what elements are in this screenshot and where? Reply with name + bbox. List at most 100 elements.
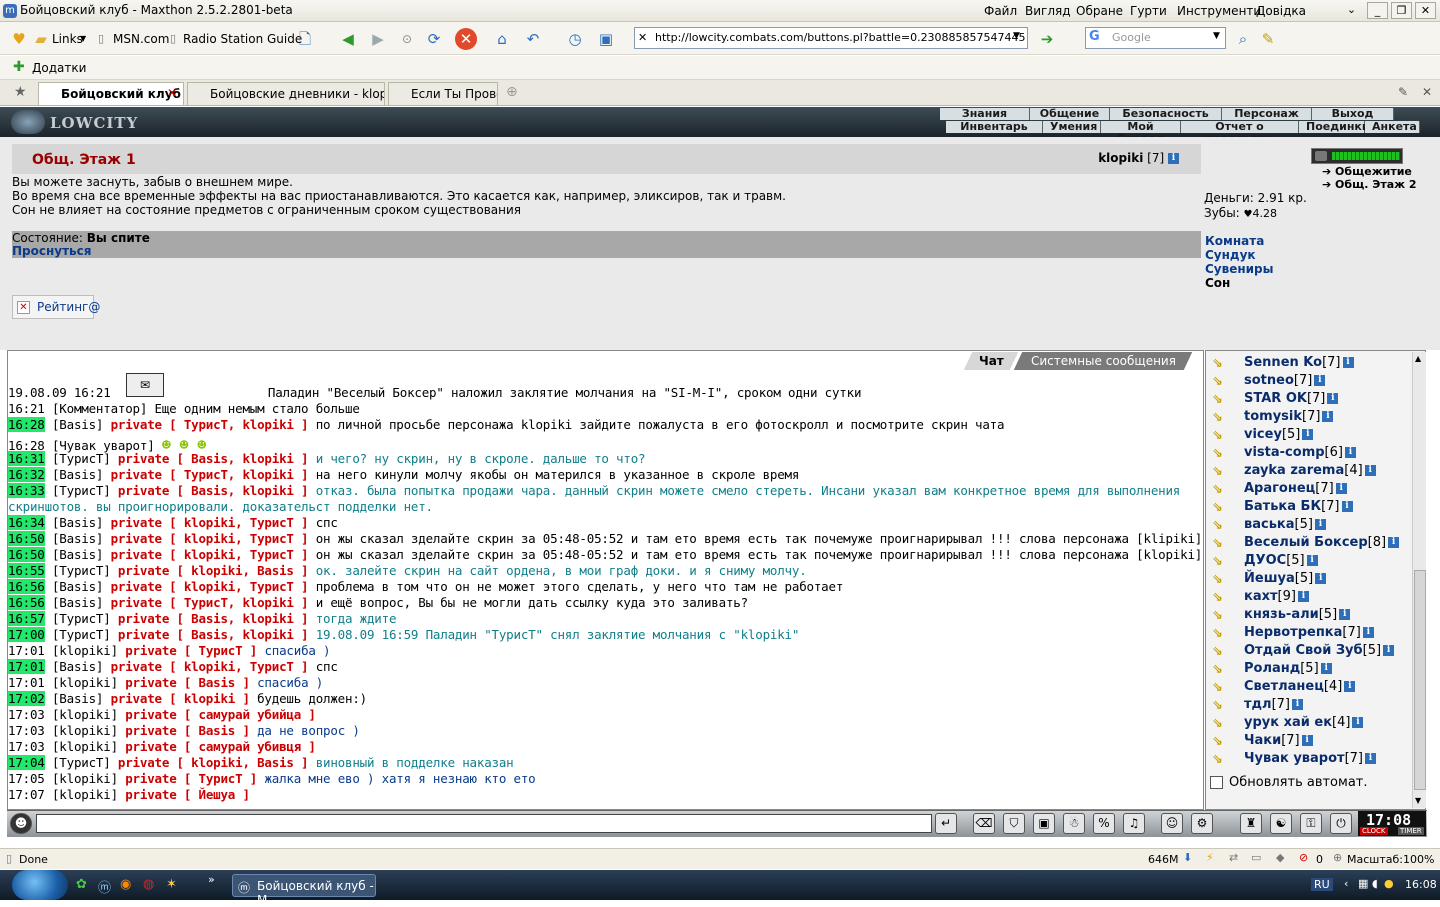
user-name[interactable]: vista-comp[6] i [1244, 445, 1356, 460]
user-name[interactable]: Веселый Боксер[8] i [1244, 535, 1400, 550]
user-list-item[interactable]: ⇘ князь-али[5] i [1212, 607, 1407, 625]
user-nick[interactable]: Роланд [1244, 661, 1300, 676]
taskbar-item-browser[interactable]: ⓜ Бойцовский клуб - М... [232, 874, 376, 907]
user-list-item[interactable]: ⇘ Светланец[4] i [1212, 679, 1407, 697]
addons-button[interactable]: Додатки [32, 61, 86, 75]
bag-icon[interactable]: ♜ [1240, 813, 1262, 834]
user-list-item[interactable]: ⇘ Sennen Ko[7] i [1212, 355, 1407, 373]
private-message-icon[interactable]: ⇘ [1212, 374, 1234, 389]
user-nick[interactable]: vista-comp [1244, 445, 1325, 460]
scroll-down-icon[interactable]: ▼ [1415, 796, 1421, 805]
user-name[interactable]: Йешуа[5] i [1244, 571, 1327, 586]
tab-fight-club[interactable]: Бойцовский клуб ✕ [38, 82, 184, 105]
sound-icon[interactable]: ♫ [1123, 813, 1145, 834]
chat-private-recipients[interactable]: private [ Basis, klopiki ] [118, 483, 309, 498]
msn-link[interactable]: MSN.com [113, 32, 169, 46]
private-message-icon[interactable]: ⇘ [1212, 590, 1234, 605]
private-message-icon[interactable]: ⇘ [1212, 662, 1234, 677]
chat-nick[interactable]: [Basis] [52, 595, 103, 610]
exit-floor-2-link[interactable]: ➔ Общ. Этаж 2 [1322, 178, 1417, 191]
chat-private-recipients[interactable]: private [ самурай убивця ] [125, 739, 316, 754]
scroll-thumb[interactable] [1414, 570, 1426, 790]
quicklaunch-icon[interactable]: ✿ [76, 877, 87, 892]
translit-icon[interactable]: % [1093, 813, 1115, 834]
radio-link[interactable]: Radio Station Guide [183, 32, 302, 46]
info-icon[interactable]: i [1383, 645, 1395, 656]
language-indicator[interactable]: RU [1311, 878, 1333, 891]
maxthon-icon[interactable]: ⓜ [98, 877, 111, 896]
user-nick[interactable]: Веселый Боксер [1244, 535, 1368, 550]
new-tab-icon[interactable]: ⊕ [506, 84, 518, 100]
stop-icon[interactable]: ✕ [455, 28, 477, 50]
user-name[interactable]: урук хай ек[4] i [1244, 715, 1364, 730]
private-message-icon[interactable]: ⇘ [1212, 554, 1234, 569]
highlight-icon[interactable]: ✎ [1257, 28, 1279, 50]
info-icon[interactable]: i [1322, 411, 1334, 422]
tab-chat[interactable]: Чат [963, 352, 1019, 370]
undo-icon[interactable]: ↶ [522, 28, 544, 50]
chat-nick[interactable]: [klopiki] [52, 771, 118, 786]
info-icon[interactable]: i [1297, 591, 1309, 602]
app-icon[interactable]: ✶ [166, 877, 177, 892]
download-icon[interactable]: ⬇ [1183, 851, 1192, 864]
user-nick[interactable]: tomysik [1244, 409, 1302, 424]
chat-nick[interactable]: [Basis] [52, 659, 103, 674]
user-nick[interactable]: Арагонец [1244, 481, 1315, 496]
user-name[interactable]: Арагонец[7] i [1244, 481, 1347, 496]
private-message-icon[interactable]: ⇘ [1212, 752, 1234, 767]
search-icon[interactable]: ⌕ [1232, 28, 1254, 50]
chevron-down-icon[interactable]: ⊙ [396, 28, 418, 50]
private-message-icon[interactable]: ⇘ [1212, 716, 1234, 731]
chat-nick[interactable]: [klopiki] [52, 739, 118, 754]
user-nick[interactable]: vicey [1244, 427, 1282, 442]
chevron-down-icon[interactable]: ▼ [80, 34, 86, 43]
user-name[interactable]: vicey[5] i [1244, 427, 1314, 442]
info-icon[interactable]: i [1362, 627, 1374, 638]
private-message-icon[interactable]: ⇘ [1212, 428, 1234, 443]
user-nick[interactable]: васька [1244, 517, 1295, 532]
nav-my-scroll[interactable]: Мой Скролл [1101, 121, 1181, 145]
eraser-icon[interactable]: ⌫ [973, 813, 995, 834]
chat-nick[interactable]: [ТурисТ] [52, 483, 111, 498]
start-button[interactable] [12, 870, 68, 900]
info-icon[interactable]: i [1364, 465, 1376, 476]
info-icon[interactable]: i [1352, 717, 1364, 728]
private-message-icon[interactable]: ⇘ [1212, 698, 1234, 713]
user-name[interactable]: тдл[7] i [1244, 697, 1303, 712]
user-nick[interactable]: Отдай Свой Зуб [1244, 643, 1363, 658]
info-icon[interactable]: i [1168, 153, 1179, 164]
nav-transfer-report[interactable]: Отчет о переводах [1181, 121, 1299, 145]
chevron-down-icon[interactable]: ▼ [1013, 31, 1020, 41]
chat-nick[interactable]: [Basis] [52, 467, 103, 482]
chat-nick[interactable]: [Basis] [52, 547, 103, 562]
close-icon[interactable]: ✕ [167, 86, 177, 100]
chat-input[interactable] [36, 814, 932, 833]
user-list-item[interactable]: ⇘ Отдай Свой Зуб[5] i [1212, 643, 1407, 661]
chat-private-recipients[interactable]: private [ klopiki, ТурисТ ] [111, 547, 309, 562]
chat-private-recipients[interactable]: private [ ТурисТ, klopiki ] [111, 417, 309, 432]
user-nick[interactable]: sotneo [1244, 373, 1294, 388]
menu-groups[interactable]: Гурти [1130, 4, 1167, 18]
info-icon[interactable]: i [1291, 699, 1303, 710]
heart-icon[interactable]: ♥ [8, 28, 30, 50]
user-list-item[interactable]: ⇘ Арагонец[7] i [1212, 481, 1407, 499]
chat-nick[interactable]: [klopiki] [52, 723, 118, 738]
star-icon[interactable]: ★ [14, 84, 27, 100]
user-nick[interactable]: тдл [1244, 697, 1272, 712]
chat-private-recipients[interactable]: private [ klopiki, ТурисТ ] [111, 515, 309, 530]
private-message-icon[interactable]: ⇘ [1212, 644, 1234, 659]
menu-favorites[interactable]: Обране [1076, 4, 1123, 18]
user-name[interactable]: Sennen Ko[7] i [1244, 355, 1354, 370]
private-message-icon[interactable]: ⇘ [1212, 464, 1234, 479]
save-icon[interactable]: ▣ [1033, 813, 1055, 834]
tab-diaries[interactable]: Бойцовские дневники - klopiki -... [187, 82, 385, 105]
user-nick[interactable]: zayka zarema [1244, 463, 1344, 478]
maximize-button[interactable]: ❐ [1391, 2, 1412, 19]
close-button[interactable]: ✕ [1415, 2, 1436, 19]
nav-profile[interactable]: Анкета [1365, 121, 1420, 133]
user-nick[interactable]: STAR OK [1244, 391, 1307, 406]
volume-icon[interactable]: ◖ [1372, 877, 1378, 890]
lock-icon[interactable]: ⚿ [1300, 813, 1322, 834]
chat-private-recipients[interactable]: private [ самурай убийца ] [125, 707, 316, 722]
user-list-item[interactable]: ⇘ vicey[5] i [1212, 427, 1407, 445]
